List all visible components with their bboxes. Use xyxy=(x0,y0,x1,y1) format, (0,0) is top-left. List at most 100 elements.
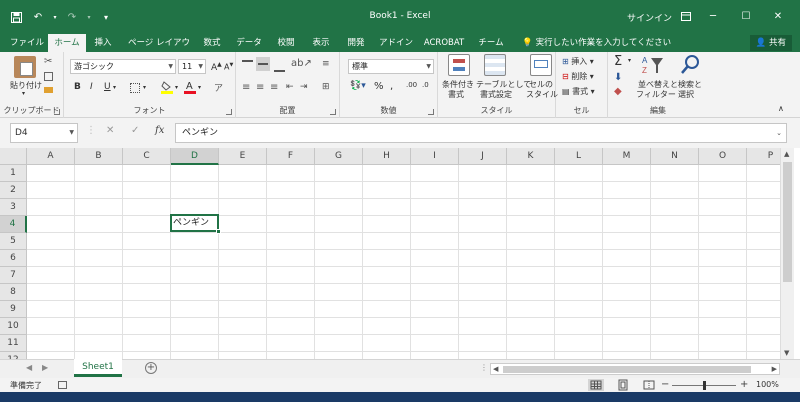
chevron-down-icon[interactable]: ▾ xyxy=(628,57,631,64)
column-header-o[interactable]: O xyxy=(699,148,747,165)
wrap-text-icon[interactable]: ≡ xyxy=(322,59,334,71)
format-painter-icon[interactable] xyxy=(44,87,53,93)
column-header-g[interactable]: G xyxy=(315,148,363,165)
horizontal-scroll-thumb[interactable] xyxy=(503,366,751,373)
vertical-scrollbar[interactable]: ▲ ▼ xyxy=(780,148,794,359)
row-header-4[interactable]: 4 xyxy=(0,216,27,233)
zoom-slider-thumb[interactable] xyxy=(703,381,706,390)
increase-indent-icon[interactable]: ⇥ xyxy=(300,82,312,94)
align-bottom-icon[interactable] xyxy=(274,60,285,72)
cancel-icon[interactable]: ✕ xyxy=(106,125,114,136)
insert-function-button[interactable]: fx xyxy=(155,125,164,136)
increase-font-icon[interactable]: A▲ xyxy=(211,61,222,73)
column-header-i[interactable]: I xyxy=(411,148,459,165)
tab-insert[interactable]: 挿入 xyxy=(88,34,118,52)
decrease-decimal-icon[interactable]: .0 xyxy=(422,81,429,89)
column-header-l[interactable]: L xyxy=(555,148,603,165)
select-all-button[interactable] xyxy=(0,148,27,165)
share-button[interactable]: 👤 共有 xyxy=(749,35,792,51)
page-layout-view-icon[interactable] xyxy=(615,379,631,391)
enter-icon[interactable]: ✓ xyxy=(131,125,139,136)
row-header-10[interactable]: 10 xyxy=(0,318,27,335)
copy-icon[interactable] xyxy=(44,72,53,81)
row-header-9[interactable]: 9 xyxy=(0,301,27,318)
decrease-font-icon[interactable]: A▼ xyxy=(224,62,233,72)
vertical-scroll-thumb[interactable] xyxy=(783,162,792,282)
cut-icon[interactable]: ✂ xyxy=(44,56,56,68)
minimize-icon[interactable]: ─ xyxy=(703,6,723,26)
zoom-in-icon[interactable]: + xyxy=(740,379,748,390)
formula-input[interactable]: ペンギン ⌄ xyxy=(175,123,787,143)
chevron-down-icon[interactable]: ▾ xyxy=(143,84,146,91)
orientation-icon[interactable]: ab↗ xyxy=(291,58,312,69)
format-cells-button[interactable]: ▤ 書式 ▾ xyxy=(562,86,595,97)
accounting-format-icon[interactable]: 💱▾ xyxy=(350,81,366,91)
signin-link[interactable]: サインイン xyxy=(627,11,672,24)
name-box[interactable]: D4 ▼ xyxy=(10,123,78,143)
align-center-icon[interactable]: ≡ xyxy=(256,82,268,94)
clear-icon[interactable]: ◆ xyxy=(614,86,622,97)
tab-review[interactable]: 校閲 xyxy=(272,34,300,52)
dialog-launcher-icon[interactable] xyxy=(54,109,60,115)
column-header-k[interactable]: K xyxy=(507,148,555,165)
tab-view[interactable]: 表示 xyxy=(307,34,335,52)
column-header-n[interactable]: N xyxy=(651,148,699,165)
chevron-down-icon[interactable]: ▾ xyxy=(198,84,201,91)
row-header-3[interactable]: 3 xyxy=(0,199,27,216)
chevron-down-icon[interactable]: ▾ xyxy=(175,84,178,91)
tell-me-box[interactable]: 💡 実行したい作業を入力してください xyxy=(522,34,671,52)
zoom-out-icon[interactable]: − xyxy=(661,379,669,390)
close-icon[interactable]: ✕ xyxy=(768,6,788,26)
comma-style-icon[interactable]: , xyxy=(390,81,393,92)
column-header-p[interactable]: P xyxy=(747,148,780,165)
scroll-down-icon[interactable]: ▼ xyxy=(784,349,789,357)
insert-cells-button[interactable]: ⊞ 挿入 ▾ xyxy=(562,56,594,67)
row-header-7[interactable]: 7 xyxy=(0,267,27,284)
column-header-j[interactable]: J xyxy=(459,148,507,165)
font-color-icon[interactable]: A xyxy=(184,80,196,94)
scroll-left-icon[interactable]: ◀ xyxy=(493,365,498,373)
zoom-level[interactable]: 100% xyxy=(756,380,779,389)
fill-color-icon[interactable] xyxy=(161,81,173,94)
fill-handle[interactable] xyxy=(216,229,221,234)
scroll-sheets-left-icon[interactable]: ◀ xyxy=(26,363,32,372)
column-header-b[interactable]: B xyxy=(75,148,123,165)
column-header-m[interactable]: M xyxy=(603,148,651,165)
tab-formulas[interactable]: 数式 xyxy=(198,34,226,52)
tab-addins[interactable]: アドイン xyxy=(378,34,414,52)
tab-acrobat[interactable]: ACROBAT xyxy=(422,34,466,52)
row-header-1[interactable]: 1 xyxy=(0,165,27,182)
macro-record-icon[interactable] xyxy=(58,381,67,389)
align-left-icon[interactable]: ≡ xyxy=(242,82,254,94)
fill-icon[interactable]: ⬇ xyxy=(614,72,622,83)
column-header-c[interactable]: C xyxy=(123,148,171,165)
number-format-combo[interactable]: 標準 ▼ xyxy=(348,59,434,74)
align-middle-icon[interactable] xyxy=(256,57,270,71)
column-header-d[interactable]: D xyxy=(171,148,219,165)
column-header-h[interactable]: H xyxy=(363,148,411,165)
merge-center-icon[interactable]: ⊞ xyxy=(322,82,334,94)
tab-team[interactable]: チーム xyxy=(476,34,506,52)
italic-button[interactable]: I xyxy=(90,82,93,92)
font-name-combo[interactable]: 游ゴシック ▼ xyxy=(70,59,176,74)
normal-view-icon[interactable] xyxy=(588,379,604,391)
align-top-icon[interactable] xyxy=(242,60,253,72)
row-header-8[interactable]: 8 xyxy=(0,284,27,301)
align-right-icon[interactable]: ≡ xyxy=(270,82,282,94)
row-header-6[interactable]: 6 xyxy=(0,250,27,267)
row-header-5[interactable]: 5 xyxy=(0,233,27,250)
scroll-up-icon[interactable]: ▲ xyxy=(784,150,789,158)
dialog-launcher-icon[interactable] xyxy=(330,109,336,115)
ribbon-display-options-icon[interactable] xyxy=(676,6,696,26)
phonetic-guide-icon[interactable]: ア xyxy=(214,81,223,94)
add-sheet-icon[interactable]: + xyxy=(145,362,157,374)
underline-button[interactable]: U xyxy=(104,82,111,92)
borders-icon[interactable] xyxy=(130,83,140,93)
scroll-sheets-right-icon[interactable]: ▶ xyxy=(42,363,48,372)
worksheet-grid[interactable]: ABCDEFGHIJKLMNOP 123456789101112 ペンギン xyxy=(0,148,780,359)
dialog-launcher-icon[interactable] xyxy=(226,109,232,115)
scroll-right-icon[interactable]: ▶ xyxy=(772,365,777,373)
decrease-indent-icon[interactable]: ⇤ xyxy=(286,82,298,94)
row-header-2[interactable]: 2 xyxy=(0,182,27,199)
maximize-icon[interactable]: ☐ xyxy=(736,6,756,26)
